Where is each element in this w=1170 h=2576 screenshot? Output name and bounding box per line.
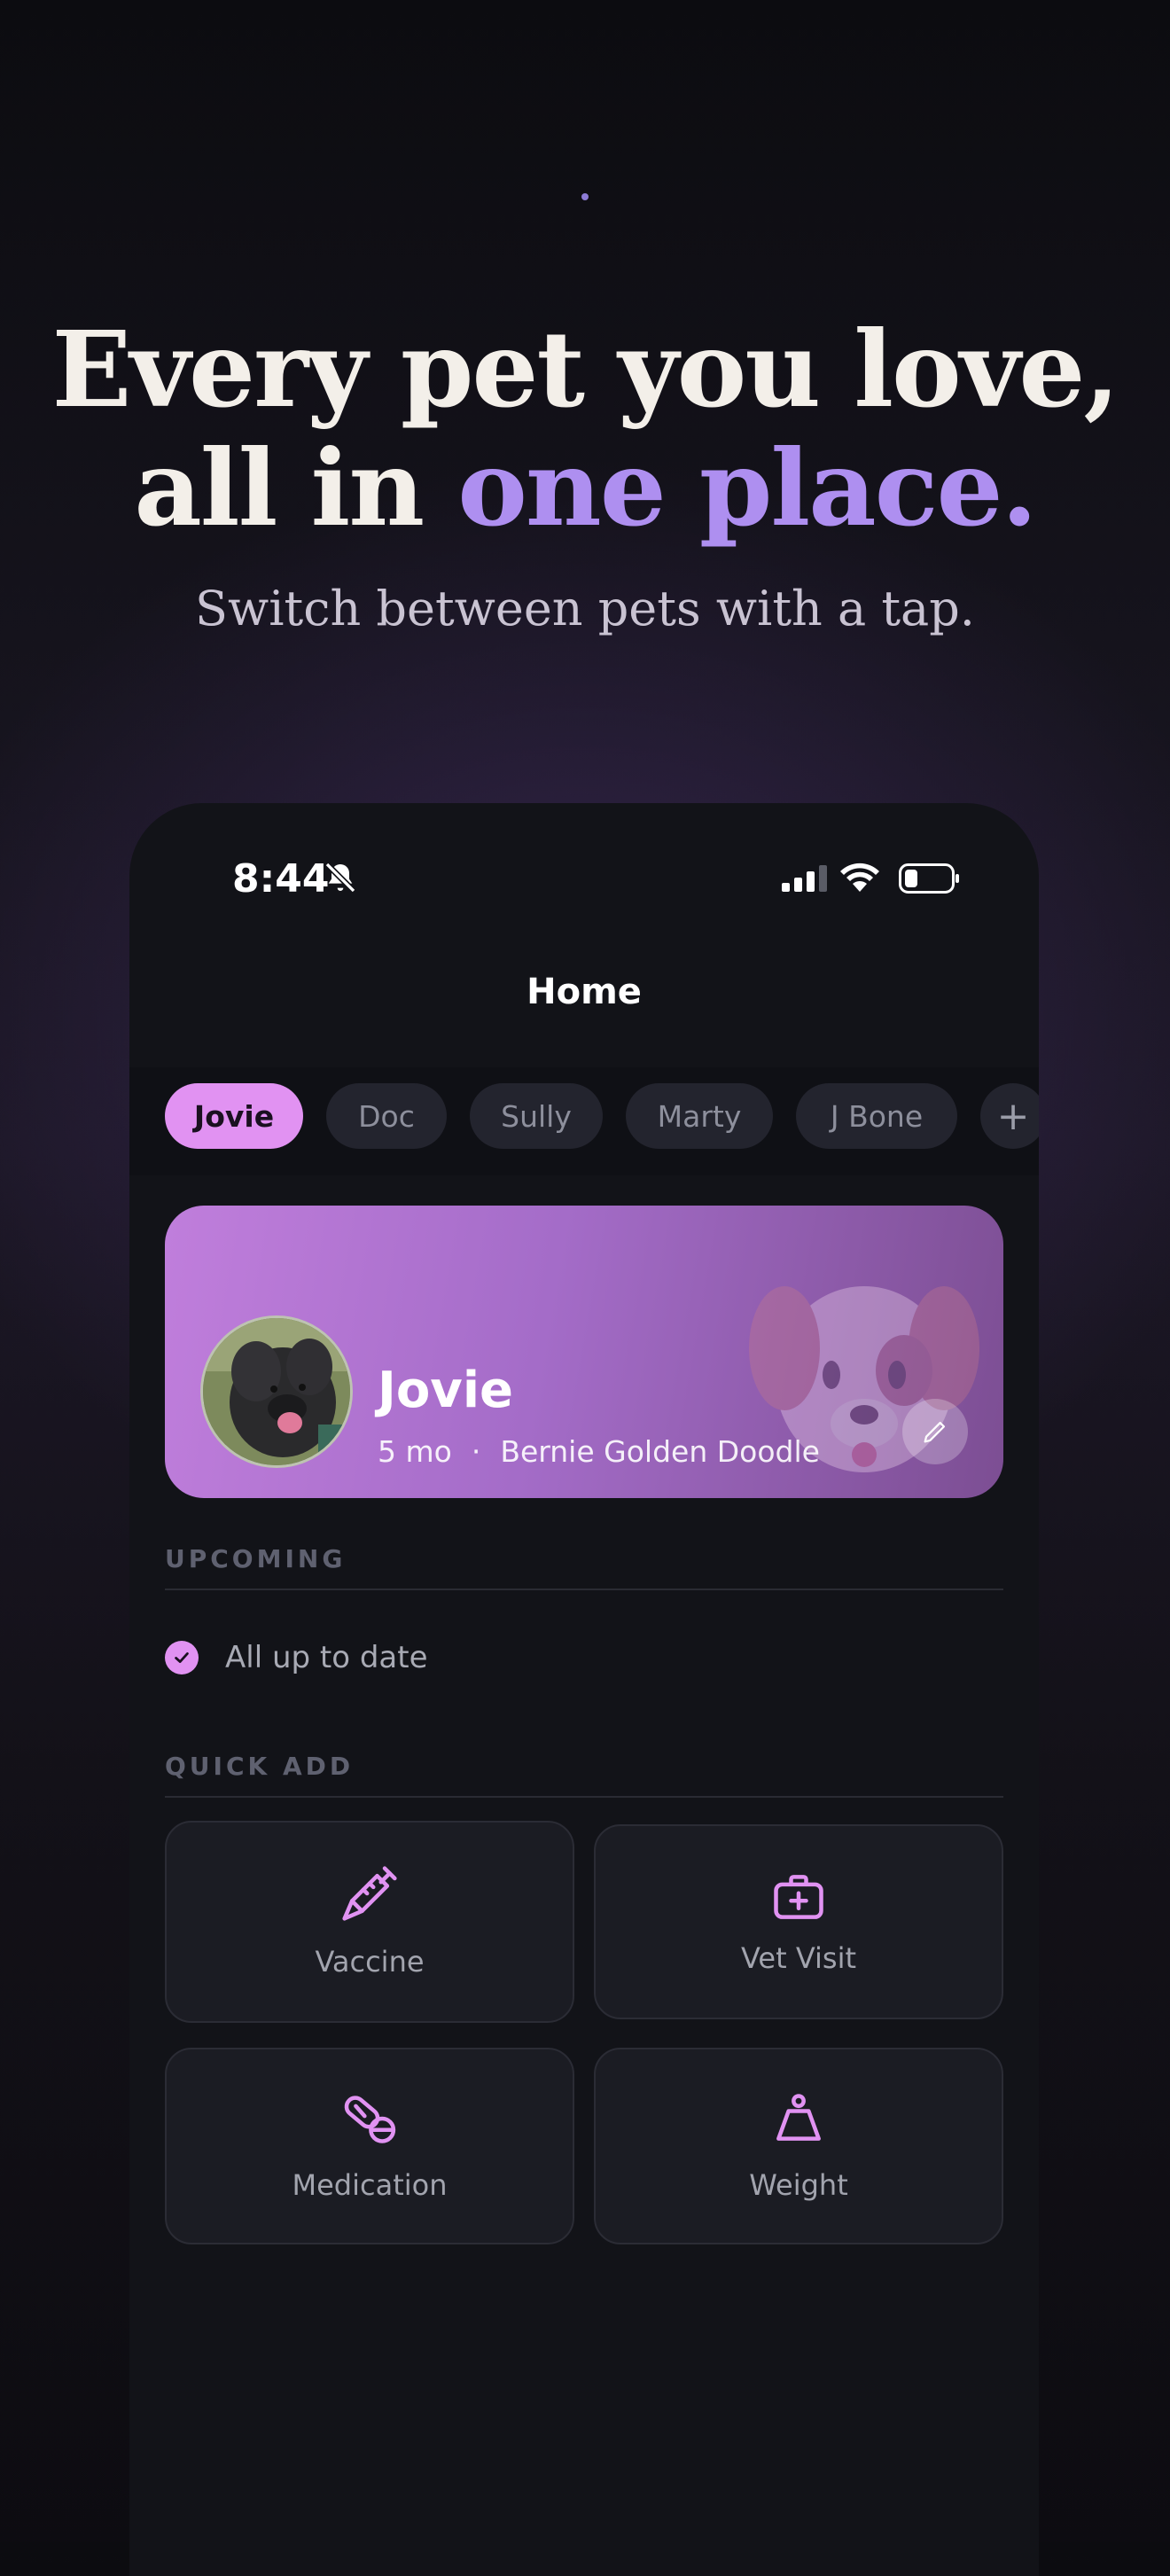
- pet-age: 5 mo: [378, 1434, 452, 1469]
- quick-add-vaccine-label: Vaccine: [315, 1945, 425, 1979]
- cellular-signal-icon: [782, 865, 827, 892]
- quick-add-medication[interactable]: Medication: [165, 2048, 574, 2244]
- phone-frame: 8:44 Home Jovie Doc Sully Marty J Bone +: [129, 803, 1039, 2576]
- weight-icon: [776, 2094, 821, 2141]
- status-time: 8:44: [232, 856, 330, 902]
- upcoming-section-label: UPCOMING: [165, 1544, 347, 1573]
- quick-add-weight-label: Weight: [749, 2168, 848, 2202]
- dog-photo: [203, 1318, 350, 1465]
- quick-add-section-label: QUICK ADD: [165, 1752, 355, 1781]
- pet-tab-jovie[interactable]: Jovie: [165, 1083, 303, 1149]
- medical-kit-icon: [774, 1875, 823, 1919]
- syringe-icon: [342, 1866, 397, 1921]
- quick-add-medication-label: Medication: [292, 2168, 448, 2202]
- headline-line-2: all in one place.: [0, 429, 1170, 548]
- status-bar: 8:44: [129, 803, 1039, 954]
- upcoming-divider: [165, 1589, 1003, 1590]
- pet-tab-doc[interactable]: Doc: [326, 1083, 447, 1149]
- pet-tab-marty[interactable]: Marty: [626, 1083, 773, 1149]
- add-pet-button[interactable]: +: [980, 1083, 1039, 1149]
- headline-line-2-prefix: all in: [134, 426, 458, 550]
- quick-add-vaccine[interactable]: Vaccine: [165, 1821, 574, 2023]
- pet-avatar[interactable]: [200, 1315, 353, 1468]
- upcoming-status: All up to date: [165, 1640, 428, 1675]
- page-title: Home: [526, 972, 642, 1012]
- pet-tab-jbone[interactable]: J Bone: [796, 1083, 957, 1149]
- silent-bell-icon: [324, 862, 356, 894]
- pet-details: 5 mo · Bernie Golden Doodle: [378, 1434, 820, 1469]
- pet-breed: Bernie Golden Doodle: [500, 1434, 820, 1469]
- upcoming-status-text: All up to date: [225, 1640, 428, 1675]
- headline: Every pet you love, all in one place.: [0, 310, 1170, 548]
- pet-details-separator: ·: [471, 1434, 481, 1469]
- wifi-icon: [840, 863, 879, 892]
- pill-icon: [344, 2096, 396, 2143]
- quick-add-divider: [165, 1796, 1003, 1798]
- pencil-icon: [924, 1421, 946, 1443]
- quick-add-vet-visit[interactable]: Vet Visit: [594, 1824, 1003, 2019]
- subtitle: Switch between pets with a tap.: [195, 581, 975, 636]
- edit-pet-button[interactable]: [902, 1399, 968, 1464]
- pet-tab-sully[interactable]: Sully: [470, 1083, 603, 1149]
- quick-add-weight[interactable]: Weight: [594, 2048, 1003, 2244]
- page-indicator-dot: [581, 193, 589, 200]
- pet-profile-card[interactable]: Jovie 5 mo · Bernie Golden Doodle: [165, 1206, 1003, 1498]
- quick-add-vet-visit-label: Vet Visit: [741, 1941, 856, 1975]
- battery-icon: [899, 863, 959, 894]
- pet-name: Jovie: [378, 1362, 513, 1419]
- headline-accent: one place.: [457, 426, 1037, 550]
- check-circle-icon: [165, 1641, 199, 1674]
- headline-line-1: Every pet you love,: [51, 308, 1120, 431]
